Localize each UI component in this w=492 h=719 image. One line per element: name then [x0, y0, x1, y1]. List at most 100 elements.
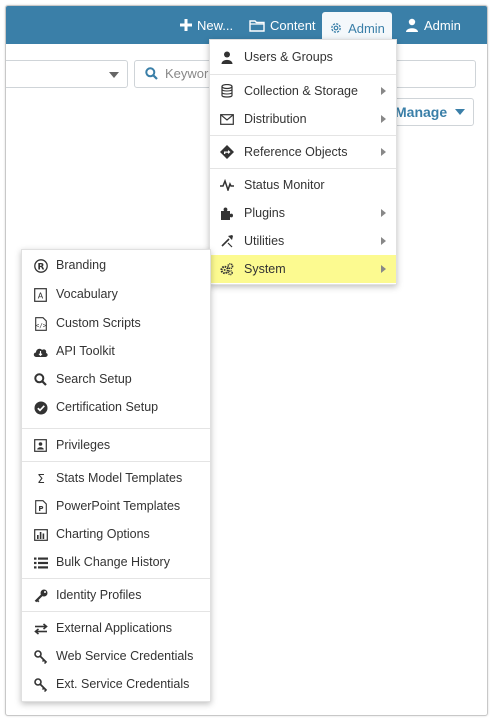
menu-divider: [22, 461, 210, 462]
submenu-item-vocabulary[interactable]: A Vocabulary: [22, 280, 210, 308]
submenu-item-powerpoint-templates[interactable]: P PowerPoint Templates: [22, 492, 210, 520]
envelope-icon: [220, 112, 234, 126]
submenu-item-label: Charting Options: [56, 527, 150, 541]
submenu-item-label: Web Service Credentials: [56, 649, 194, 663]
search-icon: [33, 372, 48, 387]
svg-text:R: R: [37, 262, 44, 272]
chevron-right-icon: [381, 209, 386, 217]
menu-item-label: Utilities: [244, 234, 285, 248]
gear-icon: [331, 23, 341, 33]
menu-item-label: System: [244, 262, 286, 276]
cloud-download-icon: [33, 344, 48, 359]
submenu-item-label: Custom Scripts: [56, 316, 141, 330]
menu-item-plugins[interactable]: Plugins: [210, 199, 396, 227]
database-icon: [220, 84, 234, 98]
submenu-item-label: Stats Model Templates: [56, 471, 183, 485]
submenu-item-ext-service-credentials[interactable]: Ext. Service Credentials: [22, 670, 210, 698]
content-label: Content: [270, 17, 316, 33]
chevron-right-icon: [381, 87, 386, 95]
directions-icon: [220, 145, 234, 159]
menu-item-label: Status Monitor: [244, 178, 325, 192]
submenu-item-label: Search Setup: [56, 372, 132, 386]
submenu-item-web-service-credentials[interactable]: Web Service Credentials: [22, 642, 210, 670]
menu-item-label: Collection & Storage: [244, 84, 358, 98]
submenu-item-identity-profiles[interactable]: Identity Profiles: [22, 581, 210, 609]
puzzle-icon: [220, 206, 234, 220]
heartbeat-icon: [220, 178, 234, 192]
submenu-item-api-toolkit[interactable]: API Toolkit: [22, 337, 210, 365]
menu-item-label: Distribution: [244, 112, 307, 126]
submenu-item-branding[interactable]: R Branding: [22, 251, 210, 279]
submenu-item-label: Vocabulary: [56, 287, 118, 301]
search-icon: [145, 67, 158, 80]
menu-divider: [210, 74, 396, 75]
manage-label: Manage: [395, 104, 448, 120]
app-window: New... Content Admin Admin Keywor Manage…: [5, 5, 488, 716]
chevron-right-icon: [381, 115, 386, 123]
submenu-item-charting-options[interactable]: Charting Options: [22, 520, 210, 548]
svg-text:P: P: [38, 505, 43, 513]
menu-item-reference-objects[interactable]: Reference Objects: [210, 138, 396, 166]
bar-chart-icon: [33, 527, 48, 542]
plus-icon: [180, 19, 192, 31]
menu-item-label: Users & Groups: [244, 50, 333, 64]
submenu-item-bulk-change-history[interactable]: Bulk Change History: [22, 548, 210, 576]
user-icon: [220, 50, 234, 64]
user-icon: [406, 18, 418, 32]
svg-text:Σ: Σ: [37, 472, 45, 485]
submenu-item-label: API Toolkit: [56, 344, 115, 358]
menu-item-status-monitor[interactable]: Status Monitor: [210, 171, 396, 199]
menu-divider: [22, 578, 210, 579]
user-menu-button[interactable]: Admin: [405, 6, 461, 44]
svg-text:A: A: [38, 291, 44, 300]
menu-divider: [210, 168, 396, 169]
svg-text:</>: </>: [35, 322, 46, 329]
chevron-down-icon: [455, 109, 466, 115]
submenu-item-custom-scripts[interactable]: </> Custom Scripts: [22, 309, 210, 337]
new-label: New...: [197, 17, 234, 33]
user-label: Admin: [424, 17, 461, 33]
menu-item-distribution[interactable]: Distribution: [210, 105, 396, 133]
menu-item-label: Reference Objects: [244, 145, 348, 159]
submenu-item-certification-setup[interactable]: Certification Setup: [22, 393, 210, 421]
key-outline-icon: [33, 677, 48, 692]
admin-dropdown-menu: Users & Groups Collection & Storage Dist…: [209, 39, 397, 285]
id-badge-icon: [33, 438, 48, 453]
submenu-item-label: Ext. Service Credentials: [56, 677, 190, 691]
menu-item-utilities[interactable]: Utilities: [210, 227, 396, 255]
submenu-item-label: External Applications: [56, 621, 173, 635]
submenu-item-label: Bulk Change History: [56, 555, 170, 569]
code-file-icon: </>: [33, 316, 48, 331]
menu-item-label: Plugins: [244, 206, 285, 220]
key-icon: [33, 588, 48, 603]
submenu-item-external-applications[interactable]: External Applications: [22, 614, 210, 642]
submenu-item-search-setup[interactable]: Search Setup: [22, 365, 210, 393]
submenu-item-label: PowerPoint Templates: [56, 499, 181, 513]
submenu-item-label: Branding: [56, 258, 107, 272]
folder-icon: [249, 19, 265, 32]
filter-select[interactable]: [6, 60, 128, 88]
gears-icon: [220, 262, 234, 276]
list-icon: [33, 555, 48, 570]
menu-item-system[interactable]: System: [210, 255, 396, 283]
menu-divider: [22, 611, 210, 612]
key-outline-icon: [33, 649, 48, 664]
submenu-item-stats-model-templates[interactable]: Σ Stats Model Templates: [22, 464, 210, 492]
menu-divider: [22, 428, 210, 429]
check-badge-icon: [33, 400, 48, 415]
sigma-icon: Σ: [33, 471, 48, 486]
exchange-icon: [33, 621, 48, 636]
menu-item-users-groups[interactable]: Users & Groups: [210, 43, 396, 71]
font-icon: A: [33, 287, 48, 302]
submenu-item-label: Identity Profiles: [56, 588, 142, 602]
manage-button[interactable]: Manage: [384, 98, 474, 126]
wrench-icon: [220, 234, 234, 248]
submenu-item-privileges[interactable]: Privileges: [22, 431, 210, 459]
menu-item-collection-storage[interactable]: Collection & Storage: [210, 77, 396, 105]
system-submenu: R Branding A Vocabulary </> Custom Scrip…: [21, 249, 211, 702]
chevron-right-icon: [381, 148, 386, 156]
registered-icon: R: [33, 258, 48, 273]
chevron-right-icon: [381, 265, 386, 273]
chevron-right-icon: [381, 237, 386, 245]
chevron-down-icon: [109, 72, 119, 78]
